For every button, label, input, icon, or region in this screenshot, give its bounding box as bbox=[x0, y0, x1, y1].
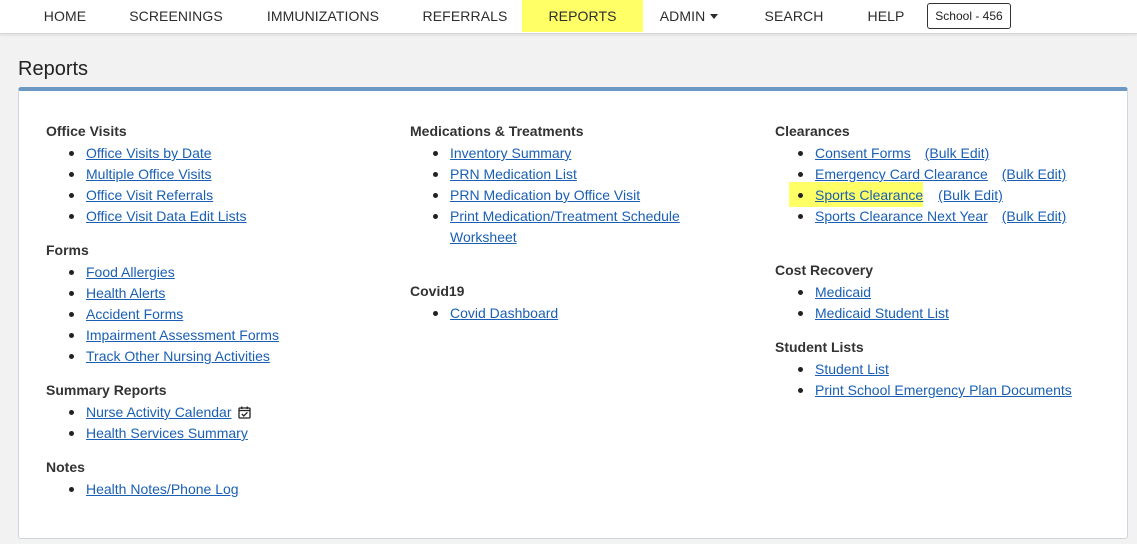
nav-reports[interactable]: REPORTS bbox=[522, 0, 643, 32]
report-link-student-list[interactable]: Student List bbox=[815, 361, 889, 377]
report-link-health-notes-phone-log[interactable]: Health Notes/Phone Log bbox=[86, 481, 239, 497]
list-bullet bbox=[433, 311, 438, 316]
list-bullet bbox=[433, 193, 438, 198]
reports-panel: Office Visits Office Visits by Date Mult… bbox=[18, 87, 1128, 539]
bulk-edit-link-sports-clearance-next-year[interactable]: (Bulk Edit) bbox=[1002, 208, 1067, 224]
bulk-edit-link-sports-clearance[interactable]: (Bulk Edit) bbox=[938, 187, 1003, 203]
list-bullet bbox=[798, 172, 803, 177]
list-bullet bbox=[798, 151, 803, 156]
report-link-office-visit-referrals[interactable]: Office Visit Referrals bbox=[86, 187, 213, 203]
report-link-track-other-nursing-activities[interactable]: Track Other Nursing Activities bbox=[86, 348, 270, 364]
report-link-print-medication-treatment-schedule[interactable]: Print Medication/Treatment Schedule bbox=[450, 208, 680, 224]
report-link-food-allergies[interactable]: Food Allergies bbox=[86, 264, 175, 280]
section-title-clearances: Clearances bbox=[775, 123, 850, 139]
list-bullet bbox=[433, 214, 438, 219]
report-link-sports-clearance-next-year[interactable]: Sports Clearance Next Year bbox=[815, 208, 988, 224]
list-bullet bbox=[798, 367, 803, 372]
section-title-notes: Notes bbox=[46, 459, 85, 475]
list-bullet bbox=[69, 270, 74, 275]
nav-immunizations[interactable]: IMMUNIZATIONS bbox=[258, 0, 388, 32]
section-title-covid19: Covid19 bbox=[410, 283, 465, 299]
calendar-check-icon[interactable] bbox=[238, 406, 252, 419]
report-link-emergency-card-clearance[interactable]: Emergency Card Clearance bbox=[815, 166, 988, 182]
report-link-consent-forms[interactable]: Consent Forms bbox=[815, 145, 911, 161]
bulk-edit-link-emergency-card-clearance[interactable]: (Bulk Edit) bbox=[1002, 166, 1067, 182]
list-bullet bbox=[798, 388, 803, 393]
list-bullet bbox=[69, 291, 74, 296]
nav-help[interactable]: HELP bbox=[864, 0, 908, 32]
list-bullet bbox=[69, 333, 74, 338]
report-link-health-services-summary[interactable]: Health Services Summary bbox=[86, 425, 248, 441]
list-bullet bbox=[69, 431, 74, 436]
nav-screenings[interactable]: SCREENINGS bbox=[128, 0, 224, 32]
list-bullet bbox=[433, 151, 438, 156]
list-bullet bbox=[69, 151, 74, 156]
report-link-prn-medication-by-office-visit[interactable]: PRN Medication by Office Visit bbox=[450, 187, 640, 203]
report-link-print-school-emergency-plan-documents[interactable]: Print School Emergency Plan Documents bbox=[815, 382, 1072, 398]
report-link-medicaid[interactable]: Medicaid bbox=[815, 284, 871, 300]
report-link-office-visit-data-edit-lists[interactable]: Office Visit Data Edit Lists bbox=[86, 208, 247, 224]
list-bullet bbox=[798, 290, 803, 295]
list-bullet bbox=[433, 172, 438, 177]
list-bullet bbox=[69, 312, 74, 317]
report-link-accident-forms[interactable]: Accident Forms bbox=[86, 306, 183, 322]
list-bullet bbox=[69, 193, 74, 198]
nav-search[interactable]: SEARCH bbox=[760, 0, 828, 32]
section-title-forms: Forms bbox=[46, 242, 89, 258]
report-link-inventory-summary[interactable]: Inventory Summary bbox=[450, 145, 571, 161]
report-link-office-visits-by-date[interactable]: Office Visits by Date bbox=[86, 145, 212, 161]
report-link-nurse-activity-calendar[interactable]: Nurse Activity Calendar bbox=[86, 404, 232, 420]
list-bullet bbox=[798, 214, 803, 219]
report-link-medicaid-student-list[interactable]: Medicaid Student List bbox=[815, 305, 949, 321]
report-link-health-alerts[interactable]: Health Alerts bbox=[86, 285, 165, 301]
section-title-cost-recovery: Cost Recovery bbox=[775, 262, 874, 278]
nav-home[interactable]: HOME bbox=[36, 0, 94, 32]
report-link-multiple-office-visits[interactable]: Multiple Office Visits bbox=[86, 166, 212, 182]
report-link-impairment-assessment-forms[interactable]: Impairment Assessment Forms bbox=[86, 327, 279, 343]
list-bullet bbox=[69, 172, 74, 177]
nav-admin-label: ADMIN bbox=[659, 8, 706, 24]
list-bullet bbox=[69, 487, 74, 492]
section-title-medications-treatments: Medications & Treatments bbox=[410, 123, 584, 139]
list-bullet bbox=[69, 410, 74, 415]
section-title-summary-reports: Summary Reports bbox=[46, 382, 167, 398]
nav-admin[interactable]: ADMIN bbox=[652, 0, 726, 32]
report-link-print-medication-treatment-schedule-cont[interactable]: Worksheet bbox=[450, 229, 517, 245]
nav-referrals[interactable]: REFERRALS bbox=[420, 0, 510, 32]
school-selector-button[interactable]: School - 456 bbox=[927, 3, 1011, 29]
section-title-student-lists: Student Lists bbox=[775, 339, 864, 355]
report-link-covid-dashboard[interactable]: Covid Dashboard bbox=[450, 305, 558, 321]
list-bullet bbox=[69, 354, 74, 359]
list-bullet bbox=[798, 193, 803, 198]
page-title: Reports bbox=[18, 58, 89, 80]
list-bullet bbox=[798, 311, 803, 316]
bulk-edit-link-consent-forms[interactable]: (Bulk Edit) bbox=[925, 145, 990, 161]
chevron-down-icon bbox=[710, 14, 719, 19]
report-link-sports-clearance[interactable]: Sports Clearance bbox=[815, 187, 923, 203]
report-link-prn-medication-list[interactable]: PRN Medication List bbox=[450, 166, 577, 182]
section-title-office-visits: Office Visits bbox=[46, 123, 127, 139]
top-navbar: HOME SCREENINGS IMMUNIZATIONS REFERRALS … bbox=[0, 0, 1137, 34]
list-bullet bbox=[69, 214, 74, 219]
